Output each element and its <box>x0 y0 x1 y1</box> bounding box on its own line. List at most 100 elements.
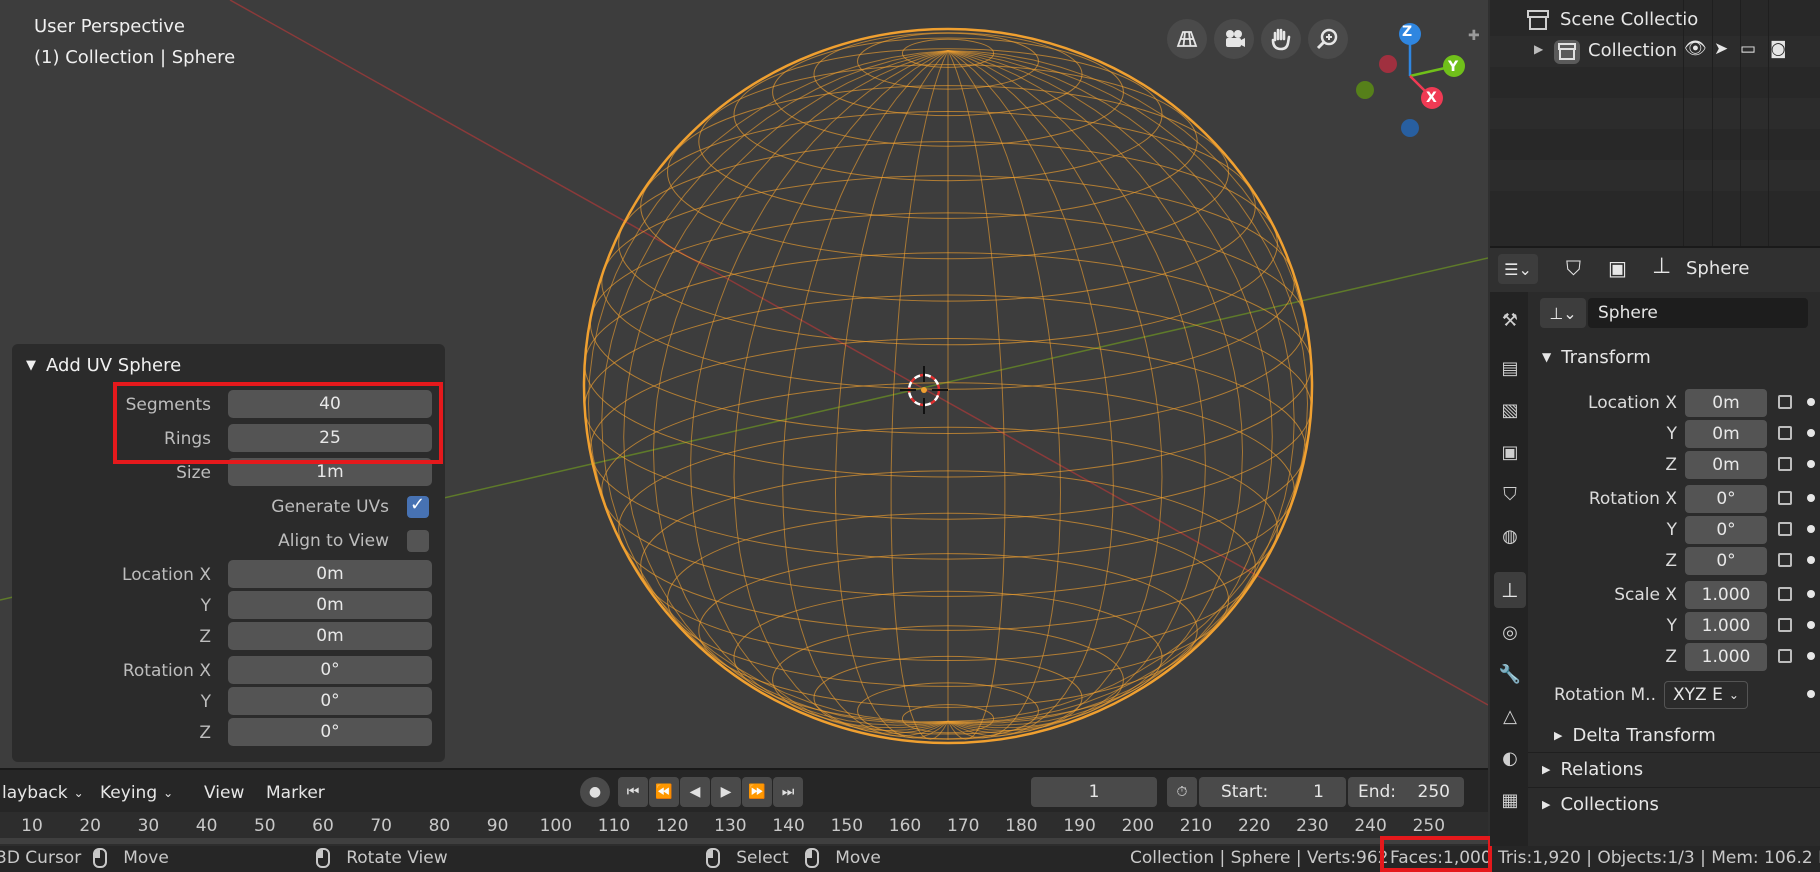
keying-menu[interactable]: Keying ⌄ <box>92 778 181 808</box>
marker-menu[interactable]: Marker <box>258 778 333 808</box>
op-rotation-x-field[interactable]: 0° <box>228 656 432 684</box>
toggle-camera-ortho-button[interactable] <box>1167 19 1207 59</box>
scene-data-icon[interactable]: ⛉ <box>1566 256 1581 280</box>
delta-transform-header[interactable]: ▶ Delta Transform <box>1528 718 1820 752</box>
zoom-view-button[interactable] <box>1308 19 1348 59</box>
keyframe-dot-icon[interactable] <box>1807 494 1815 502</box>
chevron-down-icon: ⌄ <box>163 786 174 800</box>
editor-type-button[interactable]: ☰⌄ <box>1498 254 1538 284</box>
tab-material[interactable]: ◐ <box>1494 740 1526 776</box>
timeline-ruler[interactable]: 10 20 30 40 50 60 70 80 90 100 110 120 130 140 150 160 1… <box>0 812 1488 846</box>
tab-output[interactable]: ▧ <box>1494 392 1526 428</box>
keyframe-dot-icon[interactable] <box>1807 621 1815 629</box>
keyframe-dot-icon[interactable] <box>1807 590 1815 598</box>
op-rotation-y-field[interactable]: 0° <box>228 687 432 715</box>
jump-end-button[interactable]: ⏭ <box>773 777 803 807</box>
stopwatch-button[interactable]: ⏱ <box>1167 777 1197 807</box>
scale-z-field[interactable]: 1.000 <box>1685 643 1767 671</box>
scene-icon: ⛉ <box>1503 483 1517 505</box>
jump-start-button[interactable]: ⏮ <box>618 777 648 807</box>
tab-modifiers[interactable]: 🔧 <box>1494 656 1526 692</box>
select-arrow-icon[interactable]: ➤ <box>1714 39 1728 59</box>
relations-header[interactable]: ▶ Relations <box>1528 752 1820 786</box>
lock-icon[interactable] <box>1778 587 1792 601</box>
align-to-view-row: Align to View <box>12 526 445 556</box>
record-button[interactable]: ● <box>580 777 610 807</box>
outliner[interactable]: Scene Collectio ▶ Collection 👁 ➤ ▭ ◙ <box>1490 0 1820 246</box>
keyframe-dot-icon[interactable] <box>1807 690 1815 698</box>
transform-panel-header[interactable]: ▼ Transform <box>1528 340 1820 374</box>
object-type-button[interactable]: ⊥⌄ <box>1540 298 1586 328</box>
frame-tick-label: 30 <box>137 816 160 836</box>
tab-physics[interactable]: ◎ <box>1494 614 1526 650</box>
lock-icon[interactable] <box>1778 457 1792 471</box>
keyframe-dot-icon[interactable] <box>1807 429 1815 437</box>
lock-icon[interactable] <box>1778 522 1792 536</box>
pan-view-button[interactable] <box>1261 19 1301 59</box>
keyframe-dot-icon[interactable] <box>1807 556 1815 564</box>
rotation-y-field[interactable]: 0° <box>1685 516 1767 544</box>
playback-menu[interactable]: layback ⌄ <box>0 778 92 808</box>
tab-texture[interactable]: ▦ <box>1494 782 1526 818</box>
view-layer-icon[interactable]: ▣ <box>1608 256 1627 280</box>
location-y-field[interactable]: 0m <box>1685 420 1767 448</box>
jump-keyframe-back-button[interactable]: ⏪ <box>649 777 679 807</box>
keyframe-dot-icon[interactable] <box>1807 460 1815 468</box>
keyframe-dot-icon[interactable] <box>1807 398 1815 406</box>
lock-icon[interactable] <box>1778 649 1792 663</box>
tab-object[interactable]: ⊥ <box>1494 572 1526 608</box>
expand-arrow-icon[interactable]: ▶ <box>1534 42 1543 56</box>
outliner-collection[interactable]: ▶ Collection 👁 ➤ ▭ ◙ <box>1490 36 1820 67</box>
current-frame-field[interactable]: 1 <box>1031 777 1157 807</box>
rotation-x-field[interactable]: 0° <box>1685 485 1767 513</box>
align-to-view-checkbox[interactable] <box>407 530 429 552</box>
tab-view-layer[interactable]: ▣ <box>1494 434 1526 470</box>
play-reverse-button[interactable]: ◀ <box>680 777 710 807</box>
end-frame-field[interactable]: End: 250 <box>1348 777 1464 807</box>
operator-panel-header[interactable]: ▼ Add UV Sphere <box>26 350 181 380</box>
tab-scene[interactable]: ⛉ <box>1494 476 1526 512</box>
location-z-field[interactable]: 0m <box>1685 451 1767 479</box>
lock-icon[interactable] <box>1778 491 1792 505</box>
keyframe-dot-icon[interactable] <box>1807 652 1815 660</box>
generate-uvs-checkbox[interactable] <box>407 494 429 518</box>
camera-view-button[interactable] <box>1214 19 1254 59</box>
tab-object-data[interactable]: △ <box>1494 698 1526 734</box>
eye-icon[interactable]: 👁 <box>1684 38 1707 59</box>
play-button[interactable]: ▶ <box>711 777 741 807</box>
lock-icon[interactable] <box>1778 553 1792 567</box>
op-rotation-z-field[interactable]: 0° <box>228 718 432 746</box>
status-move-1-label: Move <box>123 848 169 868</box>
lock-icon[interactable] <box>1778 395 1792 409</box>
collections-header[interactable]: ▶ Collections <box>1528 787 1820 821</box>
lock-icon[interactable] <box>1778 618 1792 632</box>
timeline-scrollbar[interactable] <box>0 838 1488 844</box>
location-x-field[interactable]: 0m <box>1685 389 1767 417</box>
scale-y-field[interactable]: 1.000 <box>1685 612 1767 640</box>
keyframe-dot-icon[interactable] <box>1807 525 1815 533</box>
gizmo-y-label[interactable]: Y <box>1448 59 1458 75</box>
render-camera-icon[interactable]: ◙ <box>1770 39 1787 59</box>
viewport-display-icon[interactable]: ▭ <box>1740 39 1756 59</box>
scale-x-field[interactable]: 1.000 <box>1685 581 1767 609</box>
rotation-mode-select[interactable]: XYZ E ⌄ <box>1664 681 1748 709</box>
jump-keyframe-forward-button[interactable]: ⏩ <box>742 777 772 807</box>
op-location-y-field[interactable]: 0m <box>228 591 432 619</box>
object-name-field[interactable]: Sphere <box>1588 298 1808 328</box>
lock-icon[interactable] <box>1778 426 1792 440</box>
gizmo-x-label[interactable]: X <box>1426 90 1437 106</box>
stopwatch-icon: ⏱ <box>1176 784 1188 800</box>
outliner-scene-collection[interactable]: Scene Collectio <box>1490 5 1820 36</box>
op-location-z-field[interactable]: 0m <box>228 622 432 650</box>
3d-viewport[interactable]: User Perspective (1) Collection | Sphere… <box>0 0 1488 768</box>
tab-world[interactable]: ◍ <box>1494 518 1526 554</box>
gizmo-z-label[interactable]: Z <box>1402 24 1412 40</box>
rotation-z-field[interactable]: 0° <box>1685 547 1767 575</box>
tab-render[interactable]: ▤ <box>1494 350 1526 386</box>
start-frame-field[interactable]: Start: 1 <box>1199 777 1346 807</box>
rotation-x-label: Rotation X <box>1588 489 1677 509</box>
view-menu[interactable]: View <box>196 778 252 808</box>
op-location-x-field[interactable]: 0m <box>228 560 432 588</box>
tab-tool[interactable]: ⚒ <box>1494 302 1526 338</box>
sidebar-toggle-icon[interactable]: ✚ <box>1468 28 1484 44</box>
